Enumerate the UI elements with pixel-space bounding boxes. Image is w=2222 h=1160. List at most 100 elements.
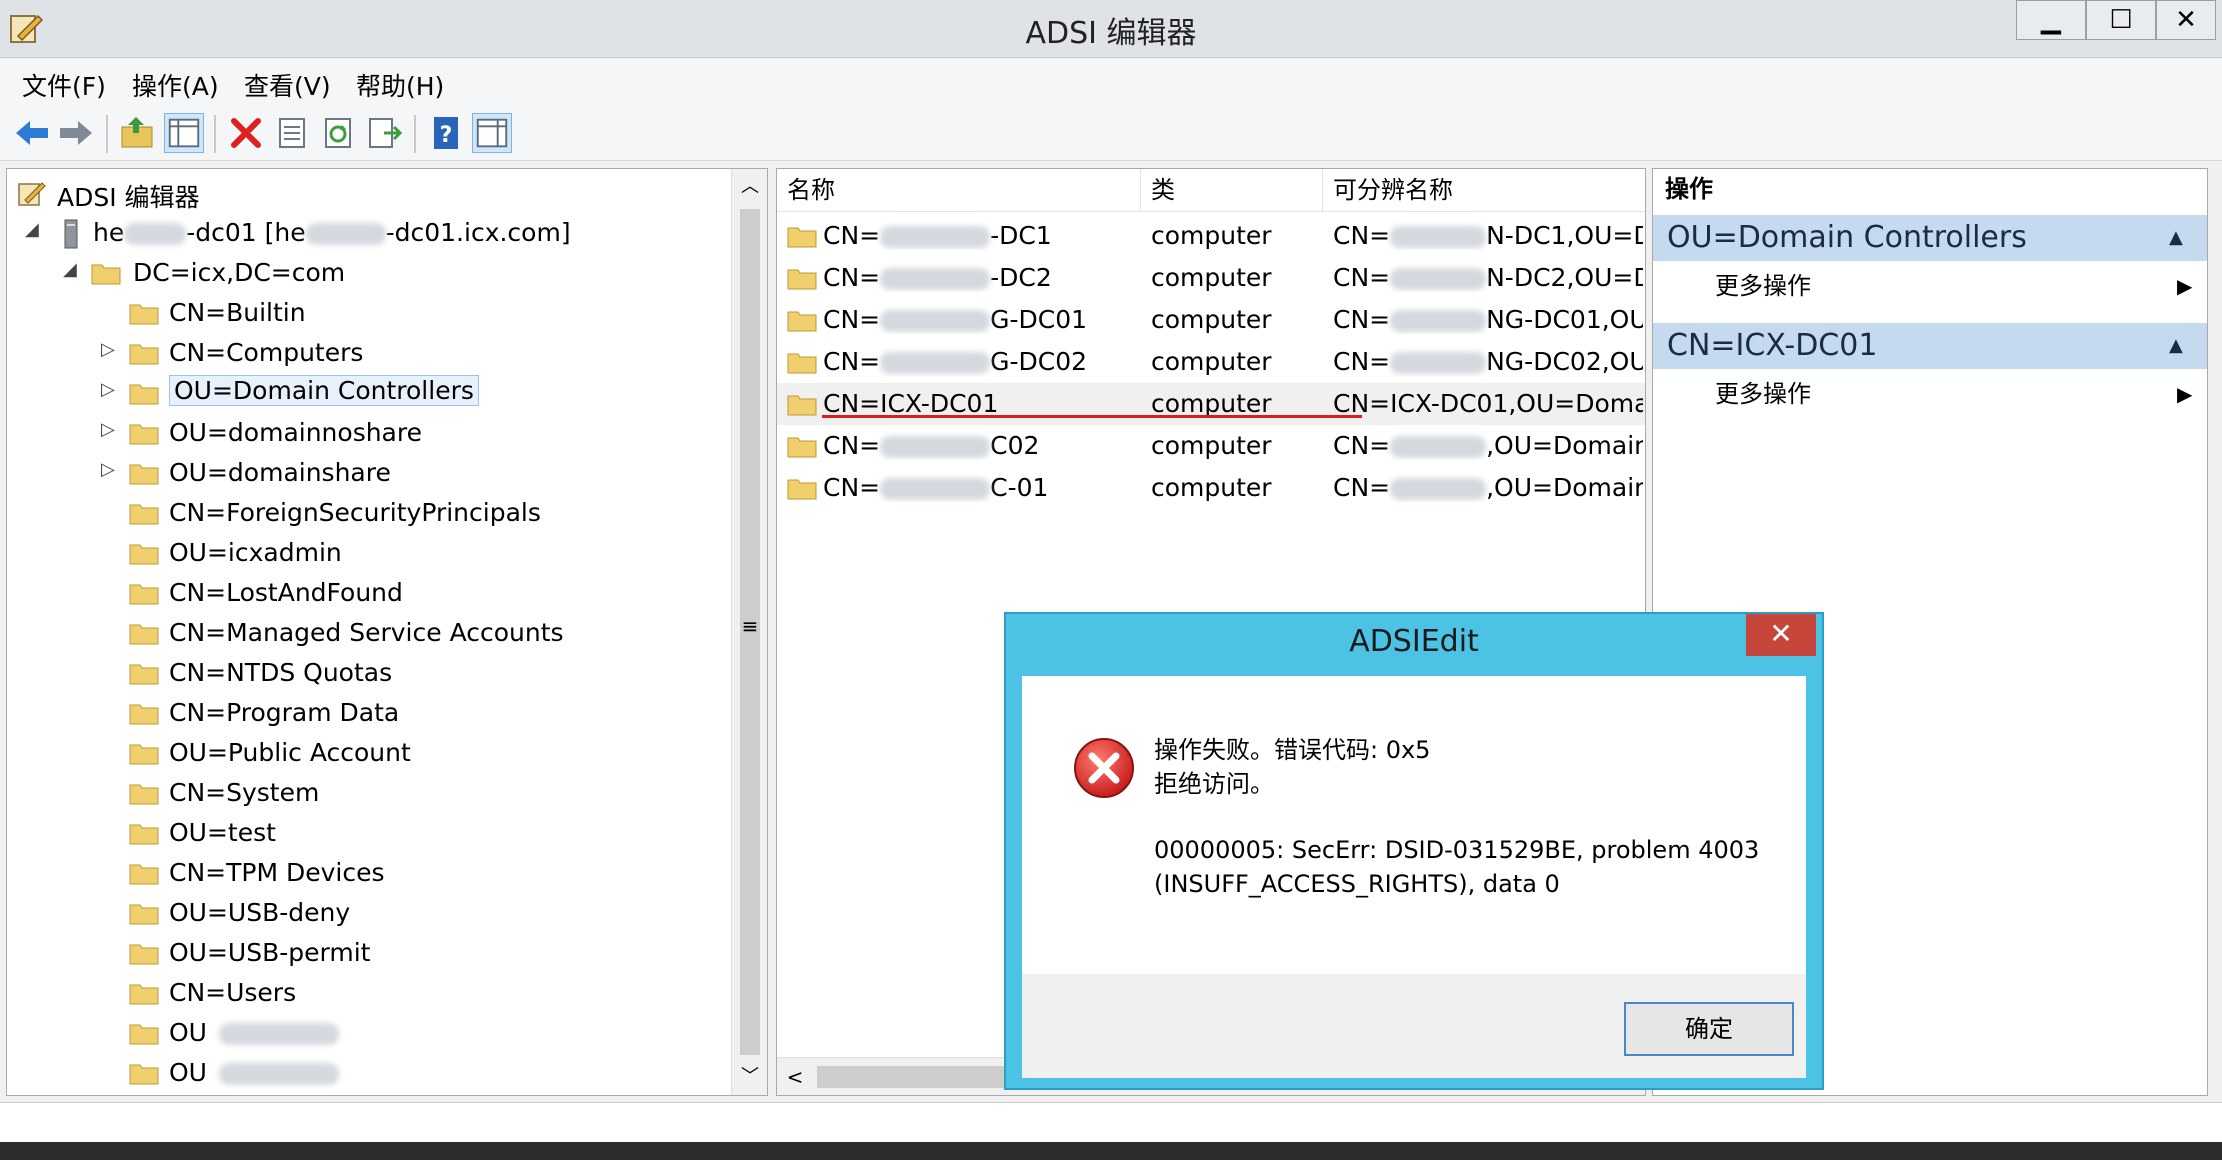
export-list-icon[interactable] [364,113,404,153]
tree-item[interactable]: ▷ OU=domainshare [7,453,727,493]
menu-view[interactable]: 查看(V) [244,67,331,103]
row-name-prefix: CN= [823,431,881,460]
tree-item[interactable]: OU=icxadmin [7,533,727,573]
list-row[interactable]: CN=ICX-DC01 computer CN=ICX-DC01,OU=Domain [777,383,1645,425]
action-section-ou[interactable]: OU=Domain Controllers ▲ [1653,215,2207,261]
folder-icon [787,353,817,374]
scrollbar-grip-icon: ≡ [741,614,759,638]
properties-icon[interactable] [272,113,312,153]
help-icon[interactable]: ? [426,113,466,153]
tree-item[interactable]: CN=System [7,773,727,813]
more-actions-item[interactable]: 更多操作 ▶ [1653,373,2207,415]
tree-item[interactable]: CN=NTDS Quotas [7,653,727,693]
back-arrow-icon[interactable] [12,113,52,153]
menu-file[interactable]: 文件(F) [22,67,106,103]
show-action-pane-icon[interactable] [472,113,512,153]
folder-icon [129,624,159,645]
forward-arrow-icon[interactable] [56,113,96,153]
list-row[interactable]: CN= G-DC02 computer CN= NG-DC02,OU [777,341,1645,383]
action-section-title: CN=ICX-DC01 [1667,328,1878,363]
ok-button[interactable]: 确定 [1624,1002,1794,1056]
tree-scrollbar[interactable]: ︿ ≡ ﹀ [731,169,767,1095]
row-name-suffix: -DC2 [990,263,1052,292]
redacted-text [880,310,991,332]
row-dn-suffix: NG-DC01,OU [1486,305,1643,334]
tree-item[interactable]: OU=USB-permit [7,933,727,973]
scroll-up-icon[interactable]: ︿ [732,169,768,205]
expand-arrow-icon[interactable]: ▷ [101,419,115,440]
collapse-up-icon[interactable]: ▲ [2169,215,2183,261]
dialog-close-button[interactable]: ✕ [1746,614,1816,656]
tree-item[interactable]: OU [7,1053,727,1093]
row-dn-prefix: CN= [1333,305,1391,334]
tree-item-label: OU=Public Account [169,738,411,767]
tree-item-label: OU [169,1018,207,1047]
toolbar-separator [414,115,416,153]
column-header-class[interactable]: 类 [1141,169,1323,211]
tree-server[interactable]: ◢ he -dc01 [he -dc01.icx.com] [7,213,727,253]
tree-item[interactable]: CN=LostAndFound [7,573,727,613]
tree-item[interactable]: CN=Builtin [7,293,727,333]
collapse-arrow-icon[interactable]: ◢ [25,219,39,240]
scroll-down-icon[interactable]: ﹀ [732,1059,768,1095]
menu-bar: 文件(F) 操作(A) 查看(V) 帮助(H) [0,59,2222,105]
more-actions-item[interactable]: 更多操作 ▶ [1653,265,2207,307]
tree-item[interactable]: OU [7,1013,727,1053]
tree-item[interactable]: CN=Users [7,973,727,1013]
collapse-up-icon[interactable]: ▲ [2169,323,2183,369]
row-name-prefix: CN=ICX-DC01 [823,389,999,418]
expand-arrow-icon[interactable]: ▷ [101,379,115,400]
expand-arrow-icon[interactable]: ▷ [101,459,115,480]
menu-action[interactable]: 操作(A) [132,67,219,103]
tree-root-label: ADSI 编辑器 [57,183,200,212]
tree-item[interactable]: ▷ OU=Domain Controllers [7,373,727,413]
folder-icon [129,864,159,885]
list-row[interactable]: CN= G-DC01 computer CN= NG-DC01,OU [777,299,1645,341]
folder-icon [129,384,159,405]
redacted-text [1390,268,1487,290]
folder-icon [787,479,817,500]
tree-item[interactable]: CN=Program Data [7,693,727,733]
tree-item[interactable]: CN=ForeignSecurityPrincipals [7,493,727,533]
up-folder-icon[interactable] [118,113,158,153]
maximize-button[interactable]: ☐ [2086,0,2156,40]
row-dn-prefix: CN= [1333,263,1391,292]
collapse-arrow-icon[interactable]: ◢ [63,259,77,280]
action-section-computer[interactable]: CN=ICX-DC01 ▲ [1653,323,2207,369]
tree-item[interactable]: OU=Public Account [7,733,727,773]
taskbar [0,1142,2222,1160]
scroll-left-icon[interactable]: < [777,1058,813,1096]
folder-icon [129,664,159,685]
tree-domain[interactable]: ◢ DC=icx,DC=com [7,253,727,293]
folder-icon [129,1064,159,1085]
close-button[interactable]: ✕ [2156,0,2216,40]
minimize-button[interactable]: ▁ [2016,0,2086,40]
row-name-suffix: C-01 [990,473,1049,502]
delete-icon[interactable] [226,113,266,153]
tree-item[interactable]: OU=USB-deny [7,893,727,933]
expand-arrow-icon[interactable]: ▷ [101,339,115,360]
menu-help[interactable]: 帮助(H) [356,67,444,103]
server-name-prefix: he [93,218,125,247]
list-row[interactable]: CN= -DC2 computer CN= N-DC2,OU=D [777,257,1645,299]
list-row[interactable]: CN= -DC1 computer CN= N-DC1,OU=D [777,215,1645,257]
tree-item[interactable]: ▷ OU=domainnoshare [7,413,727,453]
tree-item[interactable]: ▷ CN=Computers [7,333,727,373]
tree-item[interactable]: CN=TPM Devices [7,853,727,893]
list-row[interactable]: CN= C-01 computer CN= ,OU=Domain [777,467,1645,509]
list-row[interactable]: CN= C02 computer CN= ,OU=Domain [777,425,1645,467]
folder-icon [91,264,121,285]
row-dn-prefix: CN= [1333,221,1391,250]
row-name-suffix: -DC1 [990,221,1052,250]
red-underline-annotation [822,415,1362,418]
tree-item[interactable]: CN=Managed Service Accounts [7,613,727,653]
folder-icon [129,904,159,925]
tree-item[interactable]: OU=test [7,813,727,853]
tree-root[interactable]: ADSI 编辑器 [7,173,727,213]
column-header-dn[interactable]: 可分辨名称 [1323,169,1645,211]
show-tree-icon[interactable] [164,113,204,153]
row-class: computer [1151,431,1272,460]
column-header-name[interactable]: 名称 [777,169,1141,211]
redacted-text [880,352,991,374]
refresh-icon[interactable] [318,113,358,153]
